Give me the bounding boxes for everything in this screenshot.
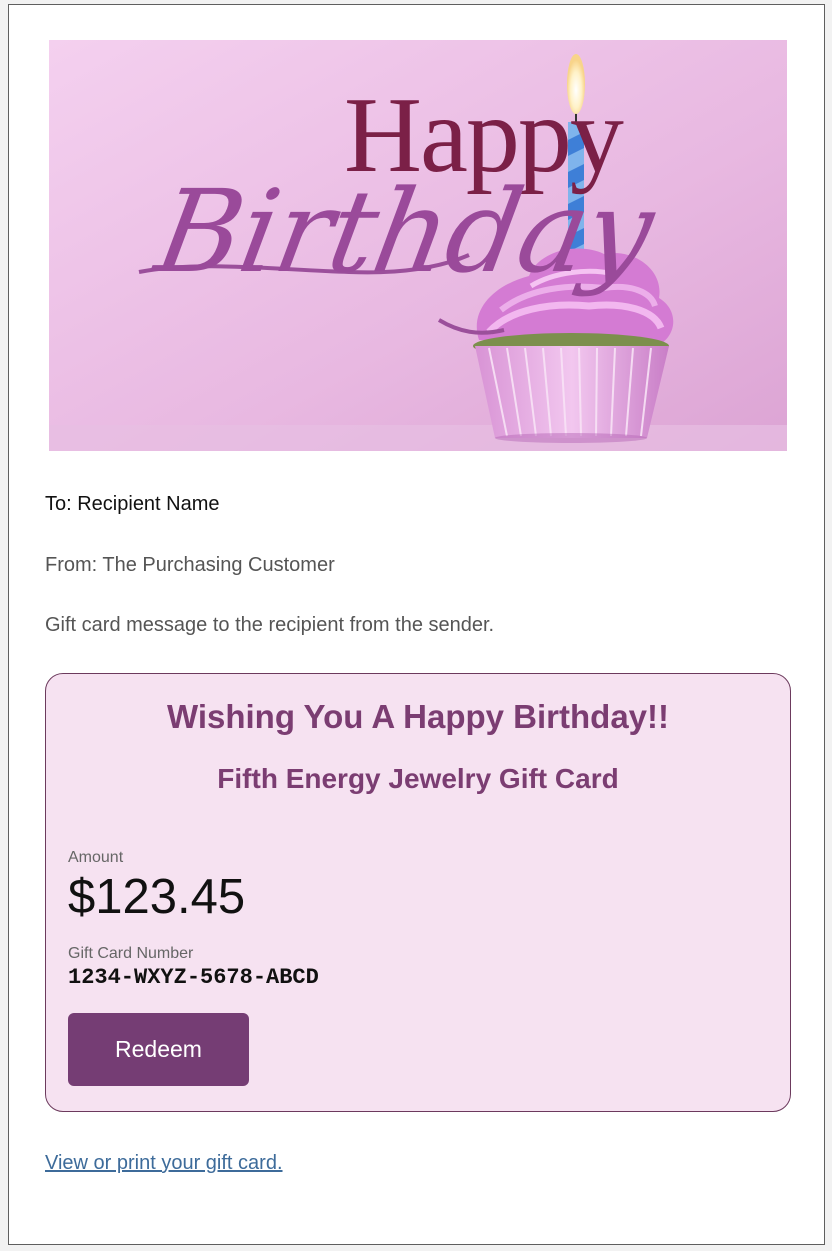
gift-card-number: 1234-WXYZ-5678-ABCD [68, 965, 319, 990]
hero-birthday-text: Birthday [147, 165, 663, 298]
amount-label: Amount [68, 849, 124, 866]
greeting-heading: Wishing You A Happy Birthday!! [166, 698, 670, 735]
gift-message: Gift card message to the recipient from … [45, 614, 495, 636]
birthday-banner-image: Happy Birthday [49, 40, 787, 451]
amount-value: $123.45 [68, 870, 246, 924]
view-print-gift-card-link[interactable]: View or print your gift card. [45, 1151, 283, 1175]
recipient-line: To: Recipient Name [45, 493, 220, 515]
gift-card-title: Fifth Energy Jewelry Gift Card [217, 763, 619, 794]
gift-card-panel: Wishing You A Happy Birthday!! Fifth Ene… [45, 673, 791, 1112]
redeem-button[interactable]: Redeem [68, 1013, 249, 1086]
gift-card-number-label: Gift Card Number [68, 945, 194, 962]
sender-line: From: The Purchasing Customer [45, 554, 335, 576]
gift-card-email: Happy Birthday To: Recipient Name From: … [8, 4, 825, 1245]
